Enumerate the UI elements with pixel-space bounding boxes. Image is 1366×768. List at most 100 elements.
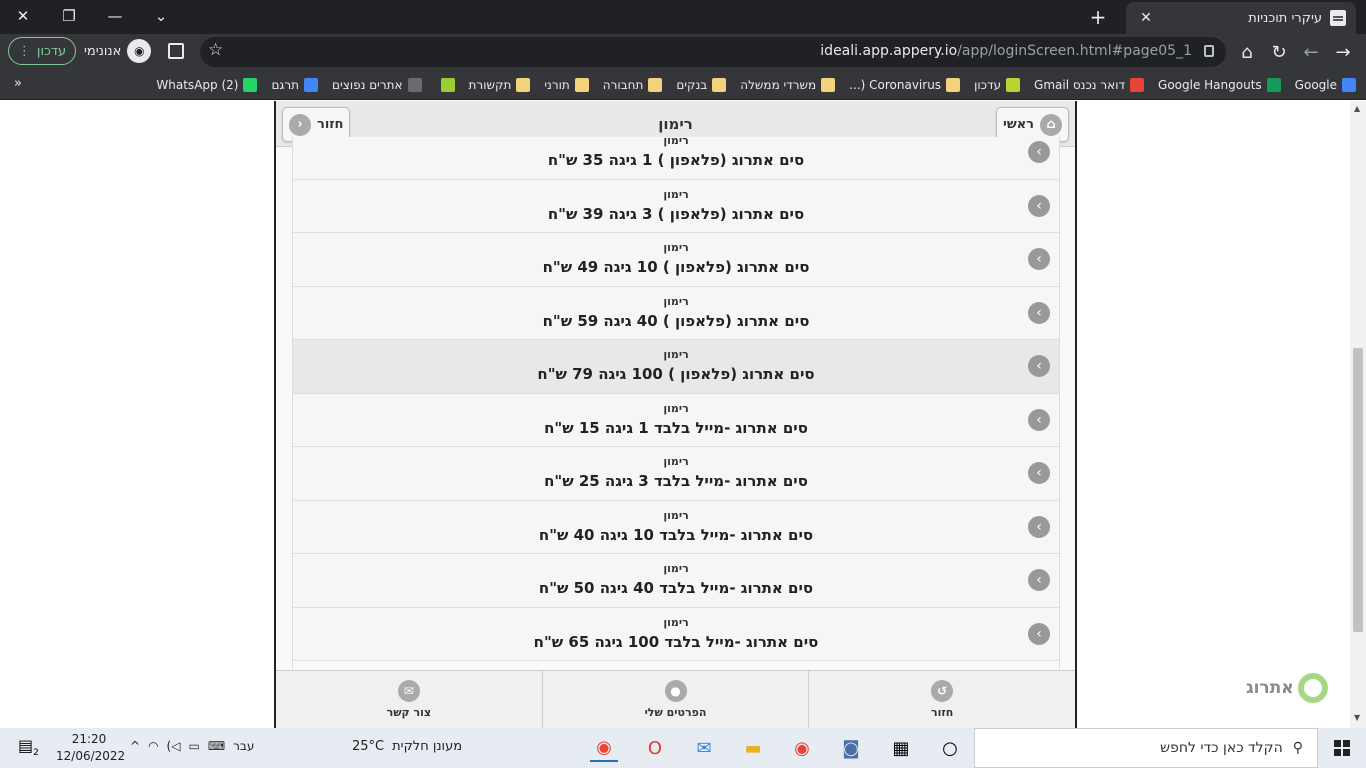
- footer-back-button[interactable]: ↺ חזור: [808, 671, 1075, 728]
- bookmark-item[interactable]: (2) WhatsApp: [156, 77, 258, 92]
- language-indicator[interactable]: עבר: [233, 739, 254, 753]
- plan-brand: רימון: [663, 348, 689, 361]
- tab-close-icon[interactable]: ✕: [1136, 10, 1156, 26]
- plan-name: סים אתרוג -מייל בלבד 1 גיגה 15 ש"ח: [544, 418, 808, 437]
- plan-brand: רימון: [663, 137, 689, 147]
- bookmark-favicon-icon: [1006, 77, 1021, 92]
- chrome-active-icon[interactable]: ◉: [590, 734, 618, 762]
- plan-list-item[interactable]: רימון סים אתרוג (פלאפון ) 3 גיגה 39 ש"ח ›: [293, 179, 1059, 233]
- chevron-right-icon: ›: [1028, 194, 1050, 217]
- plan-list-item[interactable]: רימון סים אתרוג (פלאפון ) 10 גיגה 49 ש"ח ›: [293, 233, 1059, 287]
- keyboard-icon[interactable]: ⌨: [208, 739, 225, 753]
- bookmark-item[interactable]: דואר נכנס Gmail: [1034, 77, 1145, 92]
- chevron-right-icon: ›: [1028, 408, 1050, 431]
- chevron-right-icon: ›: [1028, 248, 1050, 270]
- plan-list-item[interactable]: רימון סים אתרוג -מייל בלבד 1 גיגה 15 ש"ח ›: [293, 393, 1059, 447]
- bookmark-favicon-icon: [516, 77, 531, 92]
- chrome-update-button[interactable]: עדכון ⋮: [8, 37, 76, 65]
- chevron-left-icon: ‹: [289, 113, 311, 136]
- bookmark-label: תרגם: [271, 77, 300, 92]
- camera-icon[interactable]: ◙: [837, 734, 865, 762]
- minimize-window-icon[interactable]: —: [92, 0, 138, 32]
- file-explorer-icon[interactable]: ▬: [739, 734, 767, 762]
- bookmark-item[interactable]: תורני: [544, 77, 589, 92]
- plan-list-item[interactable]: רימון סים אתרוג -מייל בלבד 10 גיגה 40 ש"ח…: [293, 500, 1059, 554]
- battery-icon[interactable]: ▭: [188, 739, 199, 753]
- tab-search-icon[interactable]: ⌄: [138, 0, 184, 32]
- windows-logo-icon: [1334, 740, 1350, 756]
- mail-icon: ✉: [397, 680, 420, 702]
- bookmark-label: דואר נכנס Gmail: [1034, 77, 1126, 92]
- scroll-down-icon[interactable]: ▼: [1354, 713, 1360, 722]
- home-icon[interactable]: ⌂: [1234, 39, 1260, 65]
- back-arrow-icon[interactable]: →: [1330, 39, 1356, 65]
- taskbar-search-box[interactable]: ⚲ הקלד כאן כדי לחפש: [974, 728, 1318, 768]
- browser-toolbar: → ← ↻ ⌂ ideali.app.appery.io/app/loginSc…: [0, 34, 1366, 70]
- my-details-button[interactable]: ● הפרטים שלי: [541, 671, 809, 728]
- start-button[interactable]: [1318, 728, 1366, 768]
- system-tray[interactable]: עבר ⌨ ▭ ◁) ◠ ^: [130, 739, 254, 753]
- plan-list-item[interactable]: רימון סים אתרוג (פלאפון ) 1 גיגה 35 ש"ח ›: [293, 137, 1059, 180]
- plan-name: סים אתרוג (פלאפון ) 3 גיגה 39 ש"ח: [547, 204, 805, 223]
- plan-list-item[interactable]: רימון סים אתרוג -מייל בלבד 40 גיגה 50 ש"ח…: [293, 554, 1059, 608]
- plan-brand: רימון: [663, 187, 689, 201]
- menu-dots-icon: ⋮: [17, 43, 31, 59]
- bookmark-label: תחבורה: [602, 77, 644, 92]
- plan-list-item[interactable]: רימון סים אתרוג -מייל בלבד 3 גיגה 25 ש"ח ›: [293, 447, 1059, 501]
- undo-icon: ↺: [931, 680, 954, 702]
- volume-icon[interactable]: ◁): [167, 739, 181, 753]
- weather-widget[interactable]: מעונן חלקית 25°C: [352, 739, 462, 754]
- contact-button[interactable]: ✉ צור קשר: [276, 671, 542, 728]
- mail-app-icon[interactable]: ✉: [690, 734, 718, 762]
- restore-window-icon[interactable]: ❐: [46, 0, 92, 32]
- scroll-up-icon[interactable]: ▲: [1354, 104, 1360, 113]
- taskbar-clock[interactable]: 21:20 12/06/2022: [56, 731, 125, 765]
- incognito-icon: ◉: [127, 39, 152, 63]
- page-scrollbar[interactable]: ▲ ▼: [1350, 101, 1366, 728]
- scrollbar-thumb[interactable]: [1353, 348, 1363, 632]
- plan-brand: רימון: [663, 241, 689, 254]
- bookmark-item[interactable]: Google Hangouts: [1158, 77, 1281, 92]
- bookmark-item[interactable]: עדכון: [974, 77, 1021, 92]
- reload-icon[interactable]: ↻: [1266, 39, 1292, 65]
- wifi-icon[interactable]: ◠: [148, 739, 158, 753]
- plans-list: רימון סים אתרוג (פלאפון ) 1 גיגה 35 ש"ח › ר…: [292, 137, 1060, 670]
- bookmark-item[interactable]: אתרים נפוצים: [332, 77, 422, 92]
- tray-expand-icon[interactable]: ^: [130, 739, 140, 753]
- bookmark-favicon-icon: [574, 77, 589, 92]
- bookmark-item[interactable]: תרגם: [271, 77, 319, 92]
- contact-label: צור קשר: [386, 706, 432, 719]
- bookmark-item[interactable]: תחבורה: [602, 77, 663, 92]
- plan-list-item[interactable]: רימון סים אתרוג (פלאפון ) 40 גיגה 59 ש"ח ›: [293, 286, 1059, 340]
- bookmark-item[interactable]: תקשורת: [469, 77, 531, 92]
- plan-brand: רימון: [663, 562, 689, 575]
- plan-name: סים אתרוג (פלאפון ) 40 גיגה 59 ש"ח: [542, 311, 810, 330]
- cortana-icon[interactable]: ○: [936, 734, 964, 762]
- page-title: רימון: [658, 115, 693, 133]
- bookmark-favicon-icon: [946, 77, 961, 92]
- address-bar[interactable]: ideali.app.appery.io/app/loginScreen.htm…: [200, 37, 1226, 67]
- close-window-icon[interactable]: ✕: [0, 0, 46, 32]
- url-text: ideali.app.appery.io/app/loginScreen.htm…: [820, 43, 1192, 59]
- bookmarks-overflow-icon[interactable]: »: [14, 76, 22, 91]
- bookmark-item[interactable]: [436, 77, 455, 92]
- new-tab-button[interactable]: +: [1086, 5, 1110, 29]
- plan-list-item[interactable]: רימון סים אתרוג (פלאפון ) 100 גיגה 79 ש"ח…: [293, 340, 1059, 394]
- bookmark-star-icon[interactable]: ☆: [208, 40, 223, 60]
- bookmark-item[interactable]: בנקים: [676, 77, 727, 92]
- browser-tab[interactable]: עיקרי תוכניות ✕: [1126, 2, 1356, 34]
- bookmark-item[interactable]: Coronavirus (...: [849, 77, 961, 92]
- side-panel-icon[interactable]: [168, 43, 184, 59]
- opera-icon[interactable]: O: [641, 734, 669, 762]
- footer-back-label: חזור: [930, 706, 954, 719]
- forward-arrow-icon[interactable]: ←: [1298, 39, 1324, 65]
- task-view-icon[interactable]: ▦: [887, 734, 915, 762]
- plan-list-item[interactable]: רימון סים אתרוג -מייל בלבד 100 גיגה 65 ש"…: [293, 607, 1059, 661]
- bookmark-item[interactable]: משרדי ממשלה: [740, 77, 836, 92]
- bookmark-favicon-icon: [1266, 77, 1281, 92]
- bookmark-item[interactable]: Google: [1295, 77, 1356, 92]
- incognito-indicator[interactable]: ◉ אנונימי: [84, 38, 152, 64]
- chrome-icon[interactable]: ◉: [788, 734, 816, 762]
- plan-brand: רימון: [663, 455, 689, 468]
- notifications-icon[interactable]: ▤2: [18, 736, 39, 758]
